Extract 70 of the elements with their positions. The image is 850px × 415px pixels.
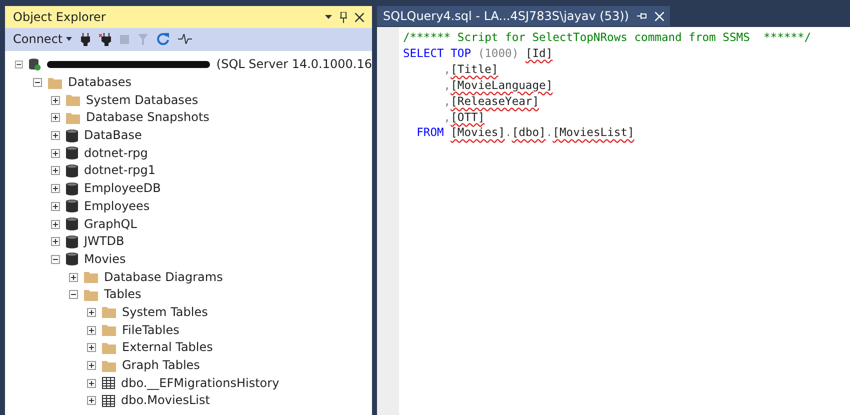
tree-item[interactable]: Database Diagrams — [104, 270, 223, 285]
expand-icon[interactable] — [87, 308, 96, 317]
expand-icon[interactable] — [87, 378, 96, 388]
tree-item[interactable]: DataBase — [84, 128, 142, 144]
tree-item[interactable]: (SQL Server 14.0.1000.16 — [216, 57, 372, 72]
expand-icon[interactable] — [51, 237, 60, 246]
expand-icon[interactable] — [51, 113, 60, 122]
folder-icon — [66, 94, 80, 106]
panel-title: Object Explorer — [13, 10, 107, 24]
tree-item[interactable]: JWTDB — [84, 234, 124, 250]
tree-item[interactable]: dotnet-rpg — [84, 146, 148, 161]
folder-icon — [48, 76, 62, 89]
caret-icon — [66, 37, 72, 41]
expand-icon[interactable] — [69, 272, 78, 282]
expand-icon[interactable] — [51, 131, 60, 140]
database-icon — [66, 252, 78, 266]
expand-icon[interactable] — [87, 361, 96, 370]
expand-icon[interactable] — [51, 202, 60, 211]
database-icon — [66, 164, 78, 178]
tree-item[interactable]: Movies — [84, 252, 126, 267]
folder-icon — [84, 271, 98, 284]
expand-icon[interactable] — [51, 220, 60, 229]
plug-icon[interactable] — [80, 32, 90, 46]
tree-item[interactable]: dotnet-rpg1 — [84, 163, 156, 178]
tree-item[interactable]: EmployeeDB — [84, 181, 161, 196]
collapse-icon[interactable] — [33, 78, 42, 88]
folder-icon — [102, 324, 116, 336]
tree-item[interactable]: dbo.MoviesList — [121, 393, 210, 408]
folder-icon — [102, 360, 116, 372]
tree-item[interactable]: Graph Tables — [122, 358, 200, 374]
table-icon — [102, 377, 115, 390]
tree-item[interactable]: System Databases — [86, 92, 198, 108]
tree-item[interactable]: Database Snapshots — [86, 110, 210, 126]
folder-icon — [84, 288, 98, 301]
collapse-icon[interactable] — [69, 290, 78, 300]
tree-item[interactable]: Databases — [68, 75, 132, 90]
table-icon — [102, 394, 115, 407]
expand-icon[interactable] — [87, 326, 96, 335]
expand-icon[interactable] — [51, 166, 60, 176]
tree-item[interactable]: Tables — [104, 287, 142, 302]
tree-item[interactable]: External Tables — [122, 340, 213, 356]
expand-icon[interactable] — [87, 396, 96, 406]
tree-item[interactable]: dbo.__EFMigrationsHistory — [121, 376, 280, 391]
refresh-icon[interactable] — [156, 33, 169, 45]
folder-icon — [66, 112, 80, 124]
tree-item[interactable]: System Tables — [122, 304, 208, 320]
expand-icon[interactable] — [87, 343, 96, 352]
dropdown-icon[interactable] — [325, 15, 332, 19]
expand-icon[interactable] — [51, 184, 60, 194]
folder-icon — [102, 306, 116, 318]
collapse-icon[interactable] — [15, 60, 23, 70]
tree-item[interactable]: Employees — [84, 198, 150, 214]
server-icon — [28, 57, 41, 72]
database-icon — [66, 146, 78, 160]
connect-button[interactable]: Connect — [13, 32, 72, 46]
database-icon — [66, 128, 78, 143]
collapse-icon[interactable] — [51, 254, 60, 264]
database-icon — [66, 182, 78, 196]
pin-icon[interactable] — [340, 12, 347, 22]
tree-item[interactable]: GraphQL — [84, 216, 137, 232]
unplug-icon[interactable] — [98, 32, 111, 46]
activity-icon[interactable] — [178, 34, 192, 44]
expand-icon[interactable] — [51, 96, 60, 105]
database-icon — [66, 217, 78, 232]
database-icon — [66, 199, 78, 214]
tree-item[interactable]: FileTables — [122, 322, 180, 338]
close-icon[interactable] — [355, 12, 364, 22]
database-icon — [66, 234, 78, 249]
expand-icon[interactable] — [51, 148, 60, 158]
folder-icon — [102, 342, 116, 354]
